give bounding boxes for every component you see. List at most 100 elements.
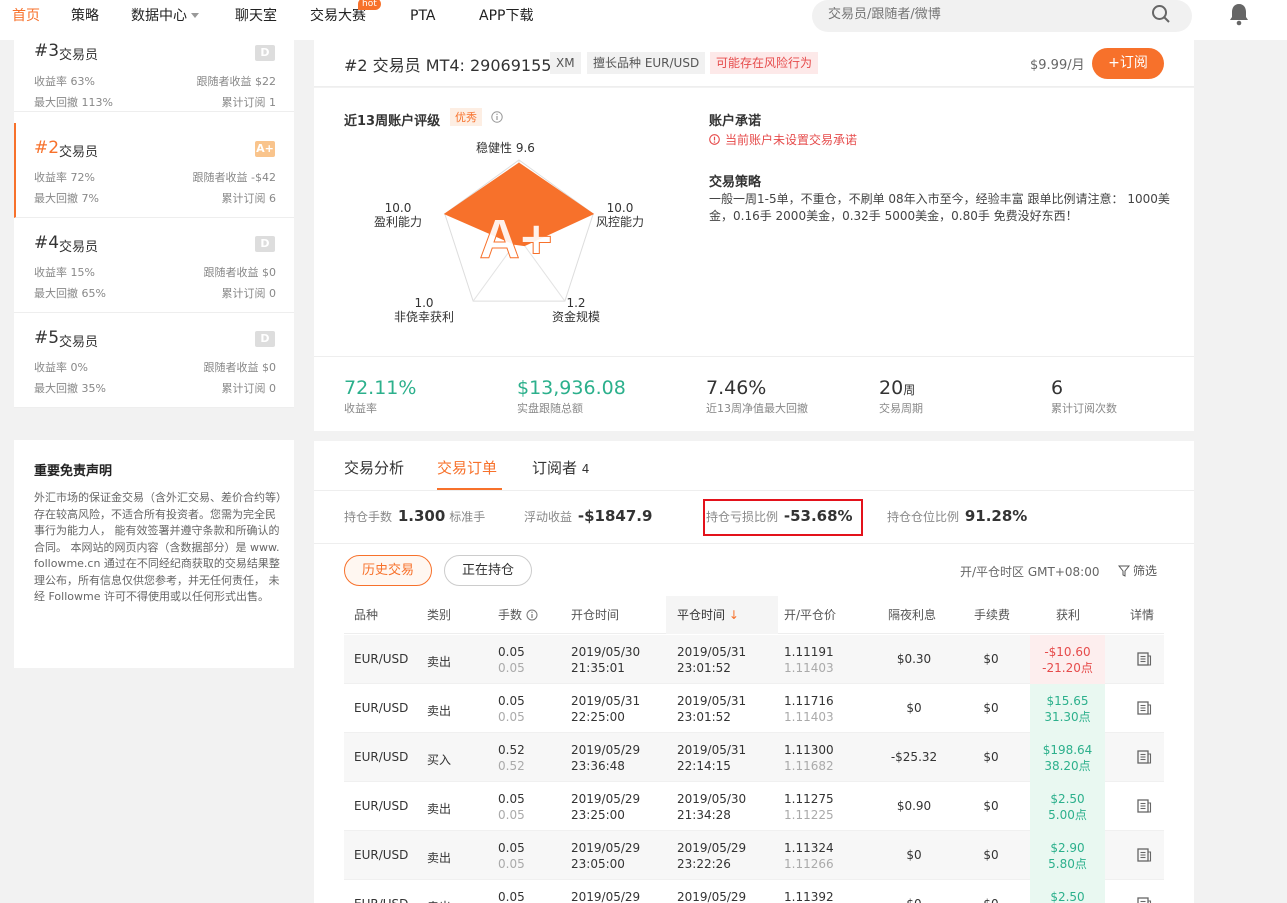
divider (314, 490, 1194, 491)
search-icon[interactable] (1151, 4, 1171, 24)
subscribe-button[interactable]: +订阅 (1092, 48, 1164, 79)
summary-value: -$1847.9 (577, 507, 653, 525)
col-symbol: 品种 (354, 608, 379, 622)
lots-value: 0.52 (498, 743, 525, 757)
info-icon[interactable] (491, 111, 503, 123)
orders-panel: 交易分析 交易订单 订阅者 4 持仓手数 1.300 标准手 浮动收益 -$184… (314, 441, 1194, 903)
detail-icon[interactable] (1136, 847, 1152, 863)
nav-strategy[interactable]: 策略 (71, 6, 99, 26)
fee-cell: $0 (960, 897, 1022, 903)
follower-profit-label: 跟随者收益 $0 (203, 361, 277, 374)
table-row[interactable]: EUR/USD 卖出 0.05 0.05 2019/05/29 23:25:00 2019/… (344, 782, 1164, 831)
open-time: 23:05:00 (571, 857, 625, 871)
close-date: 2019/05/31 (677, 743, 747, 757)
detail-icon[interactable] (1136, 700, 1152, 716)
profit-points: 38.20点 (1044, 759, 1091, 773)
close-price: 1.11266 (784, 857, 834, 871)
tab-orders[interactable]: 交易订单 (437, 457, 497, 478)
lots-filled-value: 0.05 (498, 710, 525, 724)
nav-pta[interactable]: PTA (410, 6, 435, 26)
info-icon[interactable] (526, 609, 538, 621)
nav-contest[interactable]: 交易大赛 hot (310, 0, 381, 26)
profit-cell: -$10.60 -21.20点 (1030, 635, 1105, 684)
bell-icon[interactable] (1228, 2, 1250, 26)
col-price: 开/平仓价 (784, 608, 837, 622)
history-trades-button[interactable]: 历史交易 (344, 555, 432, 586)
profit-value: $2.50 (1050, 792, 1085, 806)
filter-label: 筛选 (1133, 564, 1158, 578)
swap-cell: $0.30 (896, 652, 932, 666)
lots-value: 0.05 (498, 841, 525, 855)
trader-card-3[interactable]: #3 交易员 D 收益率 63% 跟随者收益 $22 最大回撤 113% 累计订阅 … (14, 28, 294, 112)
open-positions-button[interactable]: 正在持仓 (444, 555, 532, 586)
lots-filled-value: 0.05 (498, 808, 525, 822)
close-time: 22:14:15 (677, 759, 731, 773)
detail-icon[interactable] (1136, 798, 1152, 814)
highlight-box (703, 499, 863, 536)
commitment-warning: 当前账户未设置交易承诺 (709, 131, 857, 148)
lots-cell: 0.05 0.05 (498, 644, 525, 676)
disclaimer-body: 外汇市场的保证金交易（含外汇交易、差价合约等）存在较高风险，不适合所有投资者。您… (34, 491, 282, 603)
open-price: 1.11191 (784, 645, 834, 659)
price-cell: 1.11275 1.11225 (784, 791, 834, 823)
trader-stats-row: 最大回撤 7% 累计订阅 6 (34, 190, 276, 206)
risk-tag[interactable]: 可能存在风险行为 (710, 52, 819, 74)
tab-subscribers-label: 订阅者 (532, 459, 578, 477)
grade-badge: D (255, 45, 275, 61)
filter-button[interactable]: 筛选 (1118, 562, 1157, 579)
col-close-time[interactable]: 平仓时间 ↓ (666, 596, 778, 634)
open-date: 2019/05/29 (571, 743, 641, 757)
grade-badge: D (255, 331, 275, 347)
trader-stats-row: 收益率 63% 跟随者收益 $22 (34, 73, 276, 89)
close-date: 2019/05/29 (677, 890, 747, 903)
table-row[interactable]: EUR/USD 卖出 0.05 0.05 2019/05/31 22:25:00 2019/… (344, 684, 1164, 733)
tab-subscribers[interactable]: 订阅者 4 (532, 457, 589, 478)
stat-label: 实盘跟随总额 (517, 402, 583, 415)
disclaimer-panel: 重要免责声明 外汇市场的保证金交易（含外汇交易、差价合约等）存在较高风险，不适合… (14, 440, 294, 668)
fee-cell: $0 (983, 848, 999, 862)
nav-home[interactable]: 首页 (12, 6, 40, 26)
lots-cell: 0.05 (498, 889, 525, 903)
disclaimer-title: 重要免责声明 (34, 464, 113, 479)
trader-card-4[interactable]: #4 交易员 D 收益率 15% 跟随者收益 $0 最大回撤 65% 累计订阅 0 (14, 218, 294, 313)
summary-label: 持仓手数 (344, 510, 393, 524)
strategy-text: 一般一周1-5单，不重仓，不刷单 08年入市至今，经验丰富 跟单比例请注意： 1… (709, 192, 1170, 223)
radar-label-stability: 稳健性 9.6 (476, 141, 535, 155)
nav-data-center[interactable]: 数据中心 (131, 6, 199, 26)
tab-analysis[interactable]: 交易分析 (344, 457, 404, 478)
warning-icon (709, 134, 720, 145)
trader-role: 交易员 (59, 240, 99, 255)
trader-card-5[interactable]: #5 交易员 D 收益率 0% 跟随者收益 $0 最大回撤 35% 累计订阅 0 (14, 313, 294, 408)
table-row[interactable]: EUR/USD 卖出 0.05 2019/05/29 2019/05/29 1.11392… (344, 880, 1164, 903)
grade-watermark: A+ (479, 207, 552, 270)
table-row[interactable]: EUR/USD 卖出 0.05 0.05 2019/05/30 21:35:01 2019/… (344, 635, 1164, 684)
table-row[interactable]: EUR/USD 卖出 0.05 0.05 2019/05/29 23:05:00 2019/… (344, 831, 1164, 880)
close-price: 1.11225 (784, 808, 834, 822)
hot-badge: hot (358, 0, 381, 10)
profit-points: 31.30点 (1044, 710, 1091, 724)
open-price: 1.11716 (784, 694, 834, 708)
table-row[interactable]: EUR/USD 买入 0.52 0.52 2019/05/29 23:36:48 2019/… (344, 733, 1164, 782)
detail-icon[interactable] (1136, 896, 1152, 903)
swap-cell: -$25.32 (890, 750, 938, 764)
side-cell: 买入 (427, 753, 452, 767)
search-input[interactable] (828, 7, 1128, 22)
fee-cell: $0 (983, 652, 999, 666)
trader-role: 交易员 (59, 48, 99, 63)
trader-title: #2 交易员 MT4: 29069155 (344, 56, 552, 75)
stat-value: 20 (879, 377, 904, 399)
nav-app-download[interactable]: APP下载 (479, 6, 533, 26)
summary-position-ratio: 持仓仓位比例 91.28% (887, 507, 1027, 525)
detail-icon[interactable] (1136, 651, 1152, 667)
nav-data-center-label: 数据中心 (131, 8, 187, 24)
stat-label: 近13周净值最大回撤 (706, 402, 808, 415)
detail-icon[interactable] (1136, 749, 1152, 765)
lots-value: 0.05 (498, 694, 525, 708)
broker-tag: XM (550, 52, 581, 74)
trader-header: #2 交易员 MT4: 29069155 XM 擅长品种 EUR/USD 可能存… (314, 40, 1194, 87)
stat-value: 7.46% (706, 377, 767, 399)
timezone-label: 开/平仓时区 GMT+08:00 (960, 565, 1100, 579)
lots-value: 0.05 (498, 890, 525, 903)
trader-card-2[interactable]: #2 交易员 A+ 收益率 72% 跟随者收益 -$42 最大回撤 7% 累计订阅 … (14, 123, 294, 218)
nav-chatroom[interactable]: 聊天室 (235, 6, 277, 26)
